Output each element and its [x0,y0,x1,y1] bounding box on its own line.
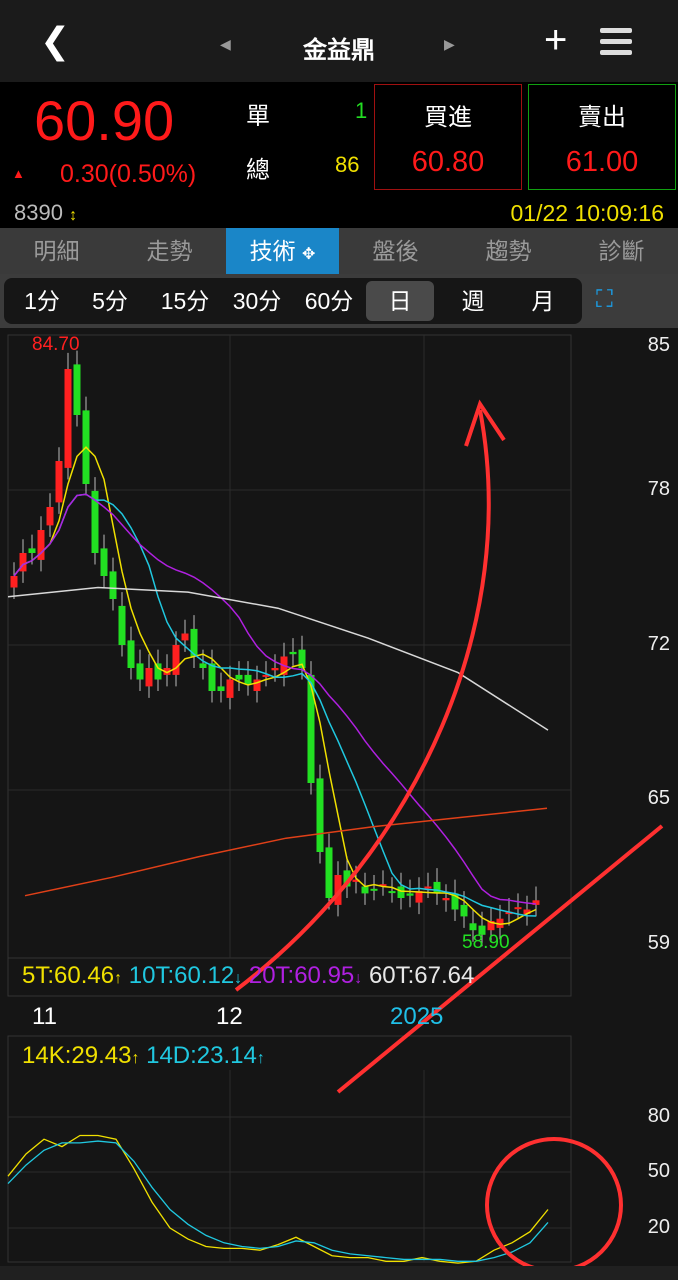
y-tick: 85 [647,334,670,356]
max-price-label: 84.70 [32,334,80,355]
candle-body [145,668,153,687]
candle-body [325,847,333,898]
main-panel [7,334,572,959]
candle-body [469,923,477,931]
ma10-arrow: ↓ [234,970,243,987]
candle-body [73,364,81,415]
annotation-arrow [234,409,491,992]
annotation-circle [485,1137,623,1273]
candle-body [514,907,522,910]
candle-body [217,686,225,691]
candle-body [271,668,279,671]
candle-body [154,663,162,680]
candle-body [370,888,378,891]
candle-body [55,461,63,503]
candle-body [307,674,315,783]
candle-body [10,576,18,588]
ma5-legend: 5T:60.46 [22,962,115,989]
candle-body [208,663,216,691]
candle-body [388,891,396,894]
x-label: 11 [32,1003,57,1030]
kd-y-tick: 80 [647,1105,670,1127]
candle-body [118,605,126,645]
bottom-nav [0,1266,678,1280]
annotation-trendline [336,824,664,1094]
ma20-arrow: ↓ [354,970,363,987]
candle-body [235,674,243,680]
k-arrow: ↑ [131,1050,140,1067]
candle-body [127,640,135,668]
ma10-legend: 10T:60.12 [128,962,235,989]
candle-body [109,571,117,599]
candle-body [226,679,234,698]
ma5-arrow: ↑ [114,970,123,987]
candle-body [136,663,144,680]
candle-body [316,778,324,852]
candle-body [442,898,450,901]
candle-body [64,369,72,468]
k-line [7,1134,549,1264]
y-tick: 59 [647,932,670,954]
x-label: 12 [216,1003,243,1030]
ma20-line [13,493,537,905]
min-price-label: 58.90 [462,932,510,953]
long-ma-line [24,807,548,897]
candle-body [199,663,207,668]
y-tick: 72 [647,633,670,655]
candle-body [433,881,441,894]
y-tick: 65 [647,787,670,809]
ma60-legend: 60T:67.64 [368,962,475,989]
candle-body [28,548,36,553]
price-chart [0,334,678,1280]
candle-body [244,674,252,685]
y-tick: 78 [647,478,670,500]
candle-body [397,886,405,898]
candle-body [361,886,369,894]
candle-body [460,904,468,917]
candle-body [289,651,297,655]
d-line [7,1140,549,1262]
k-legend: 14K:29.43 [22,1042,132,1069]
ma-legend: 5T:60.46↑ 10T:60.12↓ 20T:60.95↓ 60T:67.6… [22,962,474,990]
candle-body [46,507,54,526]
ma20-legend: 20T:60.95 [248,962,355,989]
candle-body [424,886,432,889]
candle-body [172,645,180,675]
candle-body [100,548,108,576]
d-arrow: ↑ [256,1050,265,1067]
candle-body [181,633,189,641]
kd-legend: 14K:29.43↑ 14D:23.14↑ [22,1042,265,1070]
x-label-year: 2025 [390,1003,444,1030]
kd-y-tick: 50 [647,1160,670,1182]
d-legend: 14D:23.14 [146,1042,257,1069]
kd-y-tick: 20 [647,1216,670,1238]
candle-body [406,893,414,896]
